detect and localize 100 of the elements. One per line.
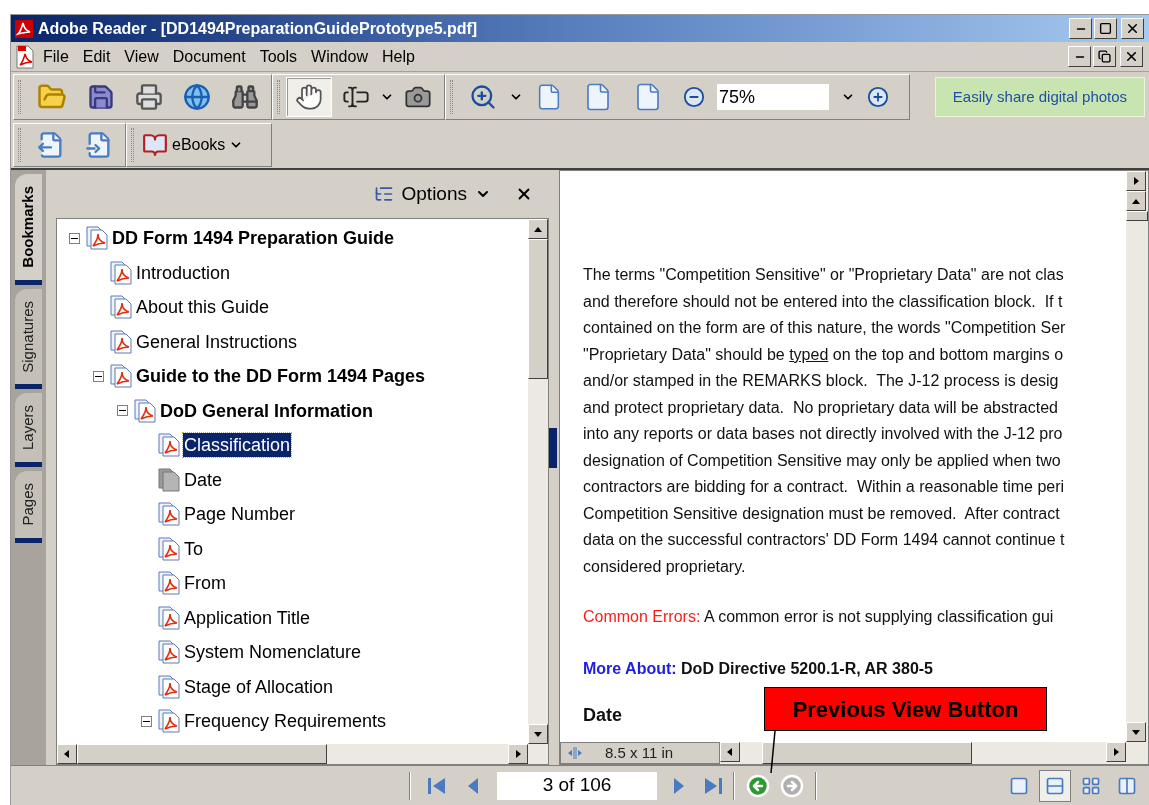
pdf-document-icon [109,259,133,286]
common-errors-text: A common error is not supplying classification gui [702,607,1054,627]
continuous-page-icon [1045,775,1065,796]
leader-line [768,731,778,773]
bookmark-item[interactable]: Introduction [135,260,232,285]
bookmark-item[interactable]: DoD General Information [159,398,375,423]
more-about-label: More About: [583,659,677,679]
pdf-document-icon [109,363,133,390]
bookmark-item[interactable]: System Nomenclature [183,640,363,665]
pdf-document-icon [157,501,181,528]
menu-item[interactable]: Window [305,44,374,69]
options-button[interactable]: Options [401,179,507,209]
ebooks-button[interactable]: eBooks [142,132,226,158]
options-icon [373,184,394,204]
restore-icon [1098,50,1111,63]
side-tab[interactable]: Signatures [15,288,42,390]
zoom-out-icon [683,86,705,108]
zoom-icon [469,83,497,111]
page-number-field[interactable]: 3 of 106 [497,771,657,800]
scrollbar-thumb[interactable] [77,744,327,764]
scrollbar-thumb[interactable] [762,742,972,764]
callout-label: Previous View Button [764,687,1047,731]
hand-tool-button[interactable] [286,77,332,117]
close-button[interactable] [1121,18,1144,39]
common-errors-label: Common Errors: [583,607,701,627]
document-minimize-button[interactable] [1068,46,1091,67]
bookmark-item[interactable]: About this Guide [135,295,271,320]
page-layout-button[interactable] [1039,769,1071,802]
scroll-left-button[interactable] [57,744,77,764]
splitter-handle[interactable] [549,427,557,468]
scroll-down-button[interactable] [528,724,548,744]
minimize-button[interactable] [1069,18,1092,39]
facing-pages-icon [1117,775,1137,796]
zoom-field[interactable]: 75% [717,84,829,110]
side-tab[interactable]: Bookmarks [15,174,42,285]
pdf-document-icon [85,225,109,252]
bookmark-item[interactable]: From [183,571,227,596]
menu-item[interactable]: File [37,44,75,69]
bookmark-item[interactable]: Page Number [183,502,297,527]
promo-banner[interactable]: Easily share digital photos [935,77,1145,117]
menu-item[interactable]: Help [375,44,421,69]
side-tab[interactable]: Pages [15,471,42,543]
pdf-document-icon [157,673,181,700]
pdf-document-icon [157,570,181,597]
scroll-up-button[interactable] [528,219,548,239]
split-arrow-button[interactable] [1126,171,1146,191]
document-paragraph: The terms "Competition Sensitive" or "Proprietary Data" are not clas and therefore should not be entered into the classification block. If t contained on the form are of this nature, the words "Competition Ser "Proprietary Data" should be typed on the top and bottom margins o and/or stamped in the REMARKS block. The J-12 process is desig and protect proprietary data. No proprietary data will be abstracted into any reports or data bases not directly involved with the J-12 pro designation of Competition Sensitive may only be applied when two contractors are bidding for a contract. Within a reasonable time peri Competition Sensitive designation must be removed. After contract data on the successful contractors' DD Form 1494 cannot continue t considered proprietary. [583,265,1067,577]
bookmark-item[interactable]: To [183,536,204,561]
document-close-button[interactable] [1120,46,1143,67]
maximize-button[interactable] [1094,18,1117,39]
document-restore-button[interactable] [1093,46,1116,67]
close-icon [1125,21,1140,36]
scroll-right-button[interactable] [1106,742,1126,762]
menu-item[interactable]: View [118,44,165,69]
side-tab[interactable]: Layers [15,393,42,468]
globe-icon [183,83,211,111]
menu-item[interactable]: Tools [253,44,304,69]
scroll-left-button[interactable] [720,742,740,762]
single-page-icon [1009,775,1029,796]
collapse-toggle[interactable] [68,232,80,244]
menu-item[interactable]: Edit [76,44,117,69]
pdf-document-icon [157,708,181,735]
bookmark-item[interactable]: Guide to the DD Form 1494 Pages [135,364,427,389]
close-icon [1124,49,1139,64]
window-title: Adobe Reader - [DD1494PreparationGuidePrototype5.pdf] [38,18,478,39]
page-size-field: 8.5 x 11 in [560,742,720,764]
grid-pages-icon [1081,775,1101,796]
more-about-link[interactable]: DoD Directive 5200.1-R, AR 380-5 [676,656,933,682]
pdf-document-icon [133,397,157,424]
save-icon [87,83,115,111]
collapse-toggle[interactable] [92,370,104,382]
bookmark-item[interactable]: Application Title [183,605,312,630]
scrollbar-thumb[interactable] [1126,211,1148,221]
pdf-document-icon [157,535,181,562]
print-icon [135,83,163,111]
binoculars-icon [231,83,259,111]
scroll-down-button[interactable] [1126,722,1146,742]
maximize-icon [1099,22,1112,35]
app-logo-icon [14,18,34,39]
bookmark-item[interactable]: Stage of Allocation [183,674,335,699]
zoom-in-icon [867,86,889,108]
pdf-document-icon [109,294,133,321]
pdf-document-icon [157,639,181,666]
bookmark-item[interactable]: Frequency Requirements [183,709,388,734]
pdf-document-icon [157,604,181,631]
bookmark-item[interactable]: Classification [183,433,292,458]
bookmark-item[interactable]: Date [183,467,224,492]
blank-page-icon [157,466,181,493]
bookmark-item[interactable]: General Instructions [135,329,299,354]
scroll-right-button[interactable] [508,744,528,764]
collapse-toggle[interactable] [116,405,128,417]
scroll-up-button[interactable] [1126,191,1146,211]
document-icon [15,44,35,69]
bookmark-item[interactable]: DD Form 1494 Preparation Guide [111,226,396,251]
hand-tool-icon [295,83,323,111]
page-out-icon [37,131,65,159]
menu-item[interactable]: Document [166,44,252,69]
collapse-toggle[interactable] [140,715,152,727]
section-heading: Date [583,704,622,727]
scrollbar-thumb[interactable] [528,239,548,379]
